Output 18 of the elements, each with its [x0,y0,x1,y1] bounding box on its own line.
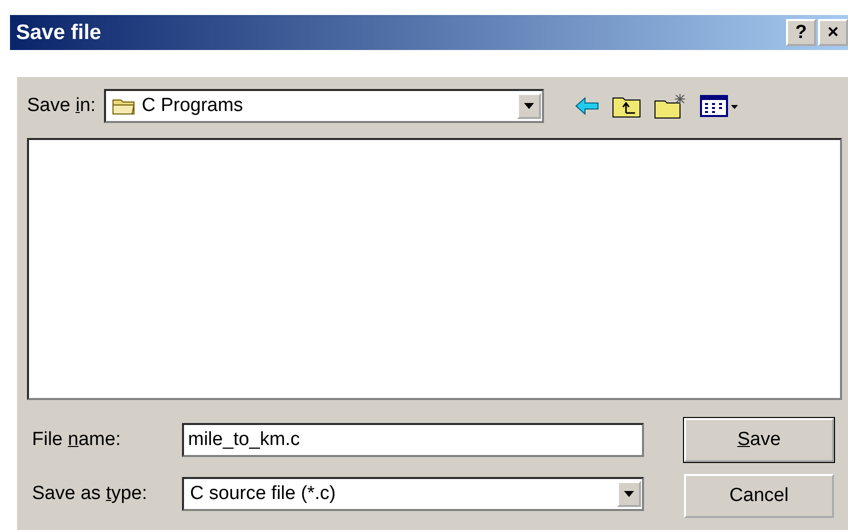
save-in-dropdown[interactable]: C Programs [104,89,544,123]
new-folder-icon[interactable] [654,93,688,119]
save-as-type-label: Save as type: [31,483,148,505]
file-name-field[interactable]: mile_to_km.c [182,423,644,457]
help-button[interactable]: ? [786,19,816,46]
file-type-dropdown[interactable]: C source file (*.c) [182,477,644,511]
window-title: Save file [15,20,102,44]
cancel-button[interactable]: Cancel [684,474,834,518]
file-type-value: C source file (*.c) [190,483,337,505]
file-name-label: File name: [31,429,122,451]
file-list[interactable] [27,138,842,400]
view-menu-icon[interactable] [700,94,740,118]
close-button[interactable]: × [818,19,848,46]
back-arrow-icon[interactable] [574,96,600,116]
folder-icon [112,97,136,115]
save-in-label: Save in: [27,95,96,117]
folder-name: C Programs [142,95,244,117]
save-button[interactable]: Save [684,418,834,462]
